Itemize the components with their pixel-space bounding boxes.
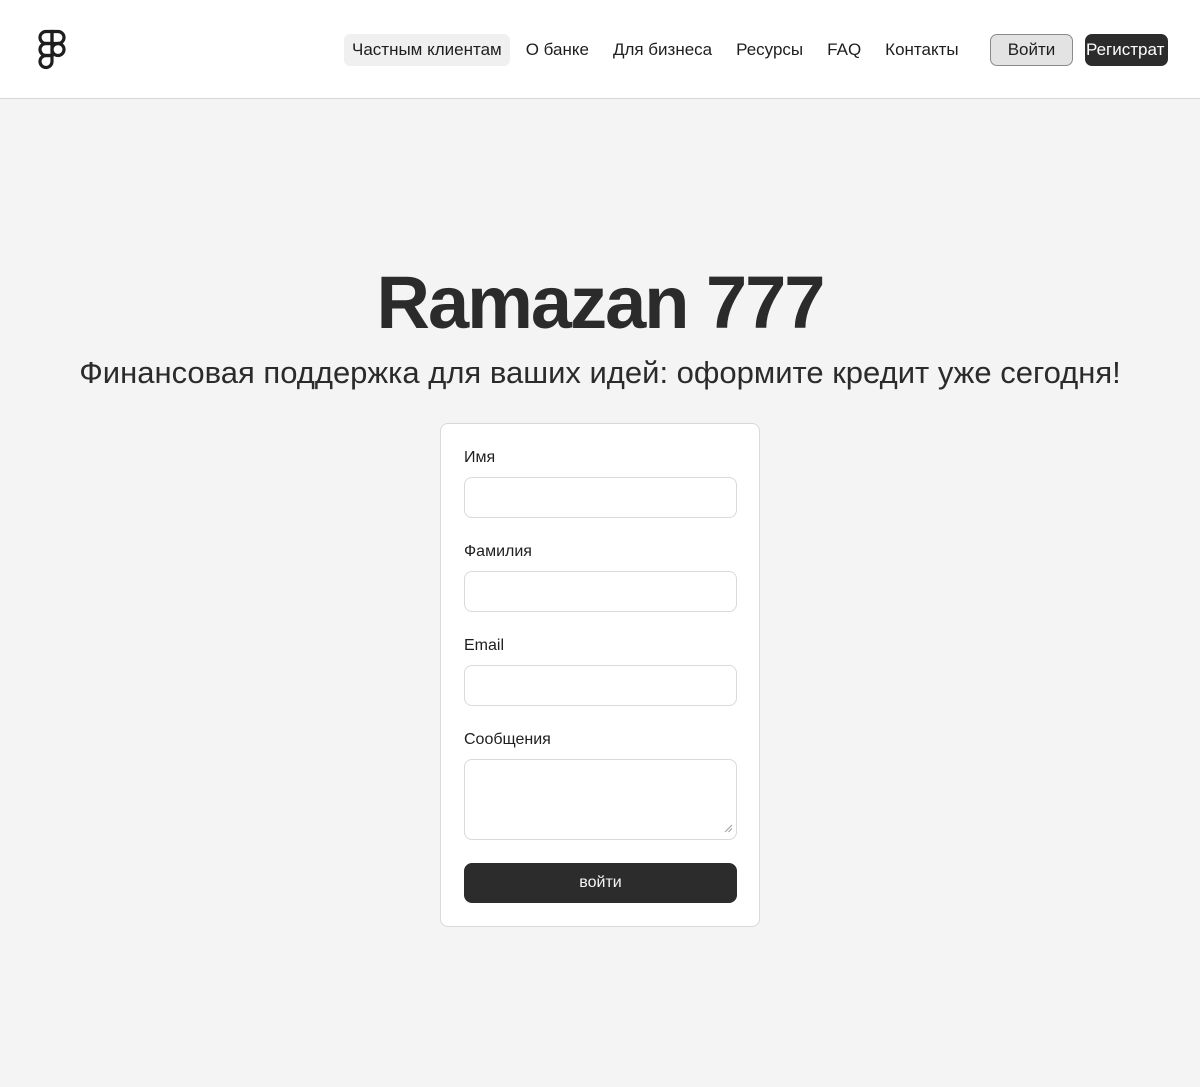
email-label: Email: [464, 637, 505, 654]
figma-logo-icon[interactable]: [36, 29, 68, 71]
hero-title: Ramazan 777: [376, 261, 826, 344]
submit-button[interactable]: войти: [464, 863, 737, 903]
message-label: Сообщения: [464, 731, 551, 748]
last-name-input[interactable]: [464, 571, 737, 612]
nav-item-private-clients[interactable]: Частным клиентам: [344, 34, 510, 66]
nav-item-business[interactable]: Для бизнеса: [605, 34, 720, 66]
resize-handle-icon[interactable]: [724, 824, 733, 833]
nav-item-faq[interactable]: FAQ: [819, 34, 869, 66]
message-textarea[interactable]: [464, 759, 737, 840]
register-button[interactable]: Регистрат: [1085, 34, 1168, 66]
contact-form: Имя Фамилия Email Сообщения войти: [440, 423, 760, 927]
main-nav: Частным клиентам О банке Для бизнеса Рес…: [344, 34, 975, 66]
first-name-input[interactable]: [464, 477, 737, 518]
hero-subtitle: Финансовая поддержка для ваших идей: офо…: [79, 355, 1121, 390]
email-input[interactable]: [464, 665, 737, 706]
first-name-label: Имя: [464, 449, 496, 466]
nav-item-resources[interactable]: Ресурсы: [728, 34, 811, 66]
nav-item-about-bank[interactable]: О банке: [518, 34, 597, 66]
login-button[interactable]: Войти: [990, 34, 1073, 66]
nav-item-contacts[interactable]: Контакты: [877, 34, 966, 66]
site-header: Частным клиентам О банке Для бизнеса Рес…: [0, 0, 1200, 99]
last-name-label: Фамилия: [464, 543, 532, 560]
